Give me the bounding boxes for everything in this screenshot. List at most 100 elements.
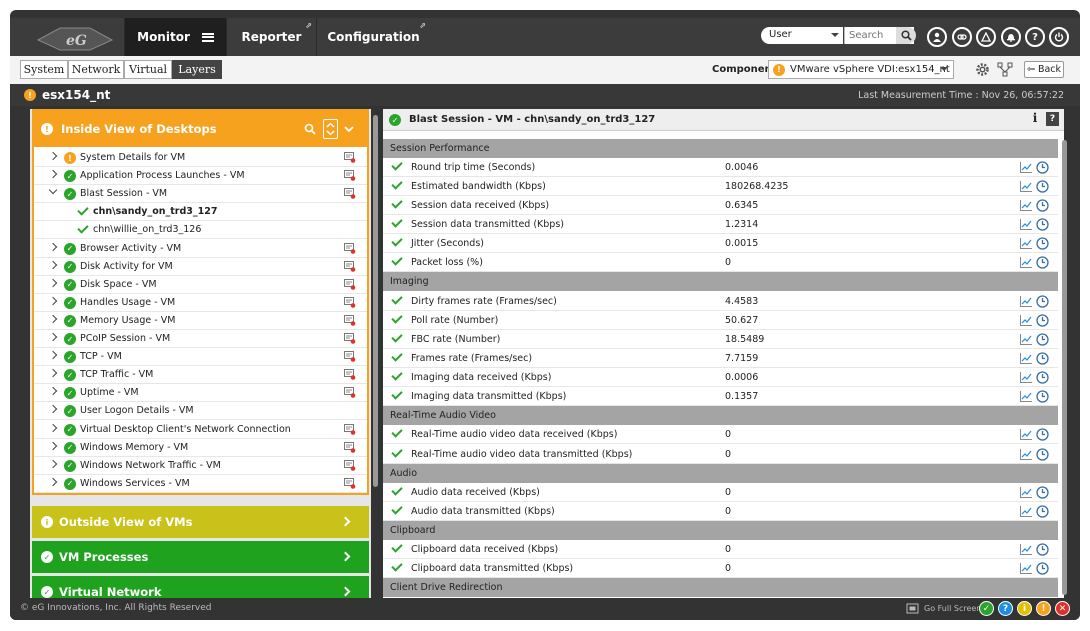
history-icon[interactable] bbox=[1036, 505, 1049, 518]
detailed-diagnosis-icon[interactable] bbox=[344, 333, 356, 344]
detailed-diagnosis-icon[interactable] bbox=[344, 351, 356, 362]
chevron-right-icon[interactable] bbox=[48, 441, 58, 450]
chevron-right-icon[interactable] bbox=[48, 405, 58, 414]
tree-row[interactable]: ✓ Windows Network Traffic - VM bbox=[34, 457, 367, 475]
graph-icon[interactable] bbox=[1020, 314, 1032, 326]
search-icon[interactable] bbox=[304, 123, 316, 135]
go-full-screen-link[interactable]: Go Full Screen bbox=[924, 604, 981, 613]
history-icon[interactable] bbox=[1036, 371, 1049, 384]
tree-row[interactable]: ✓ Windows Services - VM bbox=[34, 475, 367, 493]
history-icon[interactable] bbox=[1036, 218, 1049, 231]
detailed-diagnosis-icon[interactable] bbox=[344, 278, 356, 290]
gear-icon[interactable] bbox=[975, 62, 990, 77]
graph-icon[interactable] bbox=[1020, 161, 1032, 173]
graph-icon[interactable] bbox=[1020, 563, 1032, 575]
chevron-right-icon[interactable] bbox=[48, 423, 58, 432]
tree-row[interactable]: chn\sandy_on_trd3_127 bbox=[34, 203, 367, 222]
chevron-right-icon[interactable] bbox=[48, 459, 58, 468]
history-icon[interactable] bbox=[1036, 180, 1049, 193]
back-button[interactable]: ⇦ Back bbox=[1024, 61, 1064, 78]
panel-vm-processes[interactable]: ✓ VM Processes bbox=[32, 541, 369, 573]
tree-row[interactable]: ✓ TCP - VM bbox=[34, 348, 367, 367]
tree-row[interactable]: ✓ Blast Session - VM bbox=[34, 185, 367, 204]
tree-row[interactable]: ✓ User Logon Details - VM bbox=[34, 402, 367, 421]
chevron-down-icon[interactable] bbox=[48, 185, 58, 195]
graph-icon[interactable] bbox=[1020, 352, 1032, 364]
graph-icon[interactable] bbox=[1020, 372, 1032, 384]
info-icon[interactable]: i bbox=[1028, 111, 1042, 128]
chevron-right-icon[interactable] bbox=[48, 350, 58, 360]
chevron-down-icon[interactable] bbox=[344, 124, 354, 134]
graph-icon[interactable] bbox=[1020, 505, 1032, 517]
tab-virtual[interactable]: Virtual bbox=[124, 60, 172, 79]
graph-icon[interactable] bbox=[1020, 544, 1032, 556]
graph-icon[interactable] bbox=[1020, 333, 1032, 345]
help-icon[interactable]: ? bbox=[1046, 112, 1059, 126]
history-icon[interactable] bbox=[1036, 390, 1049, 403]
tree-row[interactable]: ✓ Memory Usage - VM bbox=[34, 312, 367, 330]
graph-icon[interactable] bbox=[1020, 257, 1032, 269]
graph-icon[interactable] bbox=[1020, 486, 1032, 498]
tree-row[interactable]: ✓ TCP Traffic - VM bbox=[34, 366, 367, 385]
nav-configuration[interactable]: Configuration ⇗ bbox=[316, 18, 430, 56]
history-icon[interactable] bbox=[1036, 562, 1049, 576]
tree-row[interactable]: ✓ Disk Space - VM bbox=[34, 276, 367, 294]
right-scrollbar[interactable] bbox=[1062, 140, 1067, 595]
history-icon[interactable] bbox=[1036, 199, 1049, 212]
detailed-diagnosis-icon[interactable] bbox=[344, 242, 356, 254]
chevron-right-icon[interactable] bbox=[48, 296, 58, 306]
history-icon[interactable] bbox=[1036, 160, 1049, 174]
tree-row[interactable]: ✓ Uptime - VM bbox=[34, 384, 367, 403]
chevron-right-icon[interactable] bbox=[48, 368, 58, 378]
chevron-right-icon[interactable] bbox=[48, 477, 58, 487]
tree-row[interactable]: ✓ Disk Activity for VM bbox=[34, 258, 367, 276]
detailed-diagnosis-icon[interactable] bbox=[344, 369, 356, 380]
tree-row[interactable]: ✓ Browser Activity - VM bbox=[34, 240, 367, 258]
detailed-diagnosis-icon[interactable] bbox=[344, 296, 356, 308]
full-screen-icon[interactable] bbox=[906, 603, 919, 614]
tab-network[interactable]: Network bbox=[68, 60, 124, 79]
critical-alarm-icon[interactable]: ✕ bbox=[1055, 601, 1070, 616]
panel-virtual-network[interactable]: ✓ Virtual Network bbox=[32, 576, 369, 599]
history-icon[interactable] bbox=[1036, 428, 1049, 442]
major-alarm-icon[interactable]: ! bbox=[1036, 601, 1051, 616]
graph-icon[interactable] bbox=[1020, 391, 1032, 403]
tree-row[interactable]: ✓ Handles Usage - VM bbox=[34, 294, 367, 312]
tree-row[interactable]: ✓ Windows Memory - VM bbox=[34, 439, 367, 457]
power-icon[interactable] bbox=[1049, 27, 1069, 47]
detailed-diagnosis-icon[interactable] bbox=[344, 170, 356, 181]
left-scrollbar[interactable] bbox=[373, 115, 378, 487]
detailed-diagnosis-icon[interactable] bbox=[344, 387, 356, 399]
help-icon[interactable]: ? bbox=[1025, 27, 1045, 47]
search-scope-select[interactable]: User bbox=[761, 27, 843, 44]
link-icon[interactable] bbox=[952, 27, 972, 47]
graph-icon[interactable] bbox=[1020, 199, 1032, 211]
detailed-diagnosis-icon[interactable] bbox=[344, 188, 356, 199]
graph-icon[interactable] bbox=[1020, 448, 1032, 460]
nav-monitor[interactable]: Monitor bbox=[124, 18, 226, 56]
panel-outside-view-of-vms[interactable]: i Outside View of VMs bbox=[32, 506, 369, 538]
chevron-right-icon[interactable] bbox=[48, 151, 58, 161]
history-icon[interactable] bbox=[1036, 256, 1049, 269]
history-icon[interactable] bbox=[1036, 237, 1049, 250]
component-select[interactable]: ! VMware vSphere VDI:esx154_nt bbox=[768, 60, 954, 79]
topology-icon[interactable] bbox=[997, 62, 1013, 77]
detailed-diagnosis-icon[interactable] bbox=[344, 423, 356, 435]
chevron-right-icon[interactable] bbox=[48, 169, 58, 179]
minor-alarm-icon[interactable]: i bbox=[1017, 601, 1032, 616]
detailed-diagnosis-icon[interactable] bbox=[344, 441, 356, 453]
tree-row[interactable]: chn\willie_on_trd3_126 bbox=[34, 221, 367, 240]
detailed-diagnosis-icon[interactable] bbox=[344, 477, 356, 489]
alarm-icon[interactable] bbox=[976, 27, 996, 47]
normal-alarm-icon[interactable]: ✓ bbox=[979, 601, 994, 616]
history-icon[interactable] bbox=[1036, 352, 1049, 365]
history-icon[interactable] bbox=[1036, 447, 1049, 461]
user-icon[interactable] bbox=[927, 27, 947, 47]
graph-icon[interactable] bbox=[1020, 180, 1032, 192]
detailed-diagnosis-icon[interactable] bbox=[344, 459, 356, 471]
graph-icon[interactable] bbox=[1020, 219, 1032, 231]
chevron-right-icon[interactable] bbox=[48, 278, 58, 287]
menu-icon[interactable] bbox=[201, 32, 214, 42]
tree-row[interactable]: ✓ Virtual Desktop Client's Network Connec… bbox=[34, 421, 367, 439]
nav-reporter[interactable]: Reporter ⇗ bbox=[226, 18, 316, 56]
